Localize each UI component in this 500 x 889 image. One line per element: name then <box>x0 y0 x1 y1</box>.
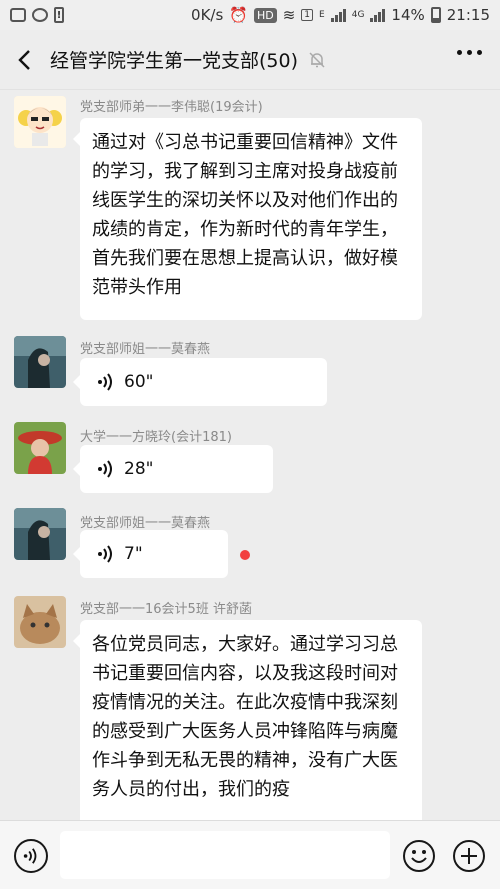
voice-wave-icon <box>98 373 112 391</box>
plus-icon[interactable] <box>452 839 486 873</box>
network-speed: 0K/s <box>191 6 224 24</box>
voice-message[interactable]: 28" <box>73 445 273 493</box>
network-type: 4G <box>351 10 365 20</box>
cartoon-avatar-icon <box>14 96 66 148</box>
input-bar <box>0 820 500 889</box>
more-dots-icon <box>457 50 462 55</box>
wifi-icon: ≋ <box>282 6 296 24</box>
voice-duration: 28" <box>124 459 154 479</box>
more-button[interactable] <box>457 50 482 55</box>
mute-bell-icon <box>309 51 325 68</box>
sender-name: 党支部师弟一一李伟聪(19会计) <box>80 100 263 115</box>
chat-header: 经管学院学生第一党支部(50) <box>0 30 500 90</box>
avatar[interactable] <box>14 422 66 474</box>
chat-title: 经管学院学生第一党支部(50) <box>50 50 299 72</box>
photo-avatar-icon <box>14 336 66 388</box>
cat-avatar-icon <box>14 596 66 648</box>
voice-message[interactable]: 7" <box>73 530 228 578</box>
voice-wave-icon <box>98 545 112 563</box>
unread-dot <box>240 550 250 560</box>
voice-mode-icon <box>23 848 37 864</box>
photo-avatar-icon <box>14 508 66 560</box>
battery-icon <box>430 7 441 23</box>
wechat-notification-icon <box>32 8 48 22</box>
alarm-icon: ⏰ <box>229 6 248 24</box>
avatar[interactable] <box>14 508 66 560</box>
message-bubble[interactable]: 通过对《习总书记重要回信精神》文件的学习，我了解到习主席对投身战疫前线医学生的深… <box>73 118 422 320</box>
voice-message[interactable]: 60" <box>73 358 327 406</box>
sender-name: 党支部一一16会计5班 许舒菡 <box>80 602 252 617</box>
voice-mode-button[interactable] <box>14 839 48 873</box>
alert-notification-icon: ! <box>54 7 64 23</box>
emoji-icon[interactable] <box>402 839 436 873</box>
battery-percent: 14% <box>391 6 425 24</box>
sender-name: 大学一一方晓玲(会计181) <box>80 430 232 445</box>
avatar[interactable] <box>14 336 66 388</box>
avatar[interactable] <box>14 596 66 648</box>
message-bubble[interactable]: 各位党员同志，大家好。通过学习习总书记重要回信内容，以及我这段时间对疫情情况的关… <box>73 620 422 820</box>
voice-wave-icon <box>98 460 112 478</box>
message-item: 党支部一一16会计5班 许舒菡 各位党员同志，大家好。通过学习习总书记重要回信内… <box>0 594 500 820</box>
sender-name: 党支部师姐一一莫春燕 <box>80 342 211 357</box>
edge-label: E <box>319 10 325 20</box>
signal-icon-2 <box>370 8 386 22</box>
back-button[interactable] <box>0 30 50 90</box>
back-arrow-icon <box>18 49 30 70</box>
message-input[interactable] <box>60 831 390 879</box>
sim-badge: 1 <box>301 9 314 21</box>
signal-icon <box>330 8 346 22</box>
voice-duration: 60" <box>124 372 154 392</box>
image-notification-icon <box>10 8 26 22</box>
hd-badge: HD <box>253 7 277 23</box>
photo-avatar-icon <box>14 422 66 474</box>
voice-duration: 7" <box>124 544 143 564</box>
avatar[interactable] <box>14 96 66 148</box>
status-bar: ! 0K/s ⏰ HD ≋ 1 E 4G 14% 21:15 <box>0 0 500 30</box>
clock: 21:15 <box>446 6 490 24</box>
sender-name: 党支部师姐一一莫春燕 <box>80 516 211 531</box>
